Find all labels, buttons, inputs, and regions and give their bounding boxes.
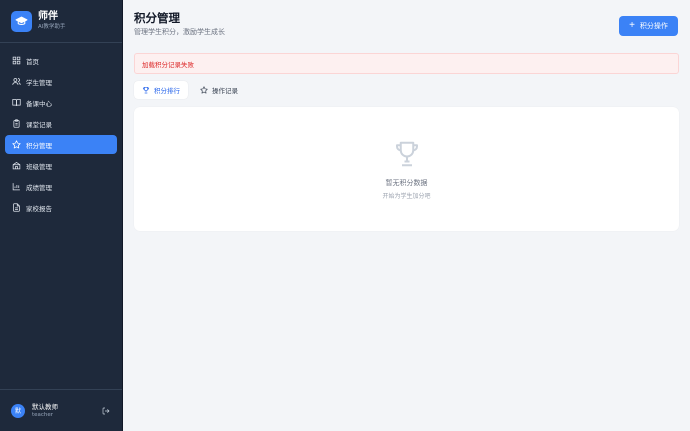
user-role: teacher — [32, 411, 54, 418]
page-header: 积分管理 管理学生积分，激励学生成长 + 积分操作 — [134, 11, 679, 51]
main-content: 积分管理 管理学生积分，激励学生成长 + 积分操作 加载积分记录失败 积分排行 … — [123, 0, 690, 431]
sidebar-item-lesson-prep[interactable]: 备课中心 — [5, 93, 117, 112]
sidebar-item-label: 家校报告 — [26, 204, 52, 213]
sidebar-item-label: 首页 — [26, 57, 39, 66]
brand[interactable]: 师伴 AI教学助手 — [0, 0, 122, 43]
book-icon — [11, 98, 21, 108]
sidebar-item-label: 备课中心 — [26, 99, 52, 108]
users-icon — [11, 77, 21, 87]
app-root: 师伴 AI教学助手 首页 学生管理 备课中心 课堂记录 积分管理 班级管理 成绩… — [0, 0, 690, 431]
trophy-icon — [392, 139, 422, 173]
sidebar-item-points[interactable]: 积分管理 — [5, 135, 117, 154]
sidebar-item-label: 成绩管理 — [26, 183, 52, 192]
empty-state-card: 暂无积分数据 开始为学生加分吧 — [134, 107, 679, 231]
tab-label: 积分排行 — [154, 87, 180, 95]
tab-operation-log[interactable]: 操作记录 — [192, 81, 246, 99]
star-icon — [11, 140, 21, 150]
sidebar-item-class-records[interactable]: 课堂记录 — [5, 114, 117, 133]
brand-subtitle: AI教学助手 — [38, 24, 66, 30]
bar-chart-icon — [11, 182, 21, 192]
tab-points-ranking[interactable]: 积分排行 — [134, 81, 188, 99]
avatar[interactable]: 默 — [11, 403, 25, 418]
sidebar: 师伴 AI教学助手 首页 学生管理 备课中心 课堂记录 积分管理 班级管理 成绩… — [0, 0, 123, 431]
tab-label: 操作记录 — [212, 87, 238, 95]
brand-name: 师伴 — [38, 11, 58, 22]
sidebar-item-home[interactable]: 首页 — [5, 51, 117, 70]
school-icon — [11, 161, 21, 171]
empty-state-title: 暂无积分数据 — [385, 178, 428, 187]
trophy-icon — [142, 87, 150, 94]
sidebar-item-label: 积分管理 — [26, 141, 52, 150]
sidebar-item-classes[interactable]: 班级管理 — [5, 156, 117, 175]
star-icon — [200, 86, 208, 94]
clipboard-icon — [11, 119, 21, 129]
points-action-label: 积分操作 — [639, 23, 668, 30]
sidebar-item-grades[interactable]: 成绩管理 — [5, 177, 117, 196]
graduation-cap-icon — [11, 10, 32, 32]
page-subtitle: 管理学生积分，激励学生成长 — [134, 28, 225, 36]
plus-icon: + — [629, 20, 635, 31]
sidebar-item-label: 课堂记录 — [26, 120, 52, 129]
points-action-button[interactable]: + 积分操作 — [619, 16, 678, 36]
sidebar-nav: 首页 学生管理 备课中心 课堂记录 积分管理 班级管理 成绩管理 家校报告 — [0, 43, 122, 389]
grid-icon — [11, 56, 21, 66]
user-name: 默认教师 — [32, 402, 58, 411]
error-alert: 加载积分记录失败 — [134, 53, 679, 74]
page-title: 积分管理 — [134, 11, 180, 25]
sidebar-item-label: 学生管理 — [26, 78, 52, 87]
empty-state-subtitle: 开始为学生加分吧 — [382, 192, 431, 200]
sidebar-item-students[interactable]: 学生管理 — [5, 72, 117, 91]
document-icon — [11, 203, 21, 213]
tab-bar: 积分排行 操作记录 — [134, 81, 679, 99]
logout-icon[interactable] — [101, 406, 111, 416]
user-panel: 默 默认教师 teacher — [0, 389, 122, 431]
sidebar-item-label: 班级管理 — [26, 162, 52, 171]
sidebar-item-home-school-report[interactable]: 家校报告 — [5, 198, 117, 217]
